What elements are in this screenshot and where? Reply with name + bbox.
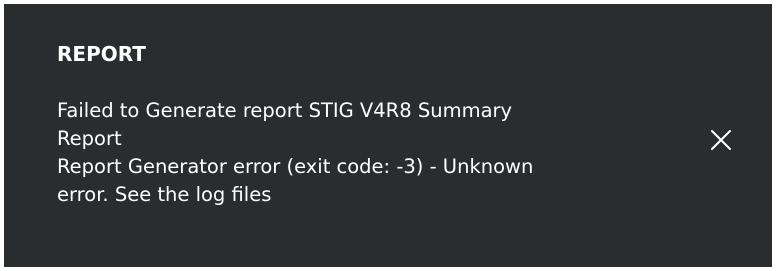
message-line: Report xyxy=(57,127,122,150)
message-line: error. See the log files xyxy=(57,183,272,206)
notification-title: REPORT xyxy=(57,42,146,66)
message-line: Failed to Generate report STIG V4R8 Summ… xyxy=(57,99,513,122)
notification-message: Failed to Generate report STIG V4R8 Summ… xyxy=(57,97,617,209)
error-notification: REPORT Failed to Generate report STIG V4… xyxy=(4,4,772,267)
close-button[interactable] xyxy=(697,116,745,164)
message-line: Report Generator error (exit code: -3) -… xyxy=(57,155,534,178)
close-icon xyxy=(711,130,731,150)
